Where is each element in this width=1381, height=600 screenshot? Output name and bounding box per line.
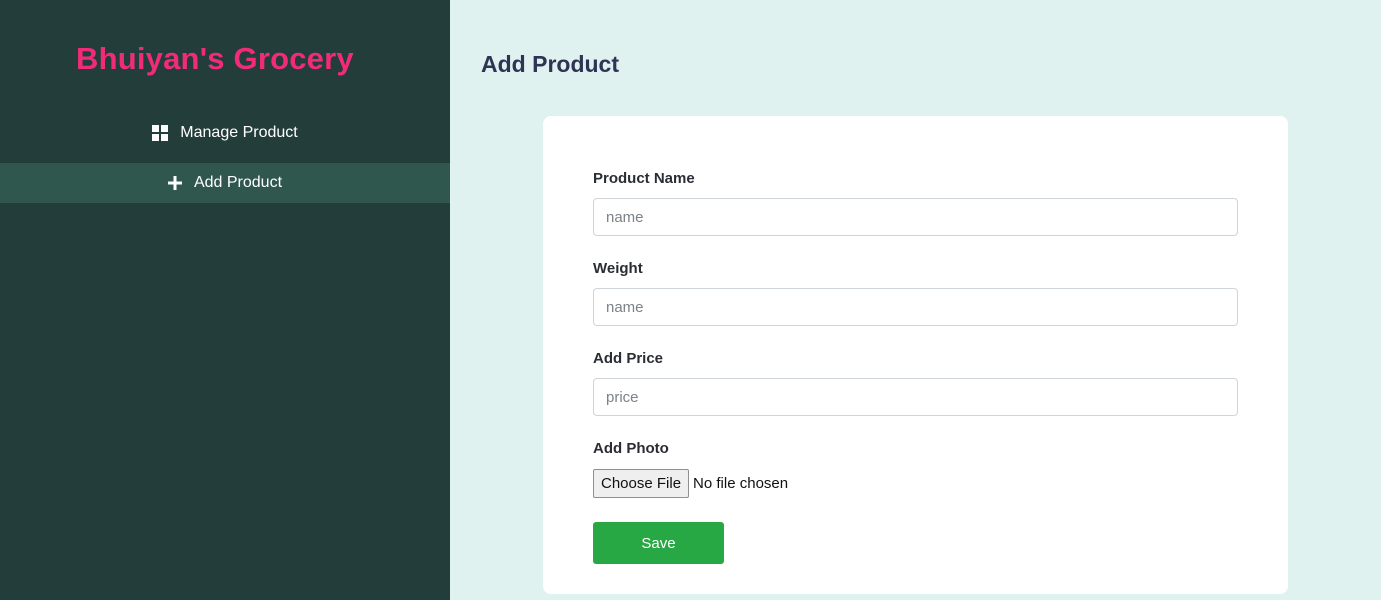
photo-file-input: Choose File No file chosen [593, 469, 788, 498]
plus-icon [167, 176, 182, 190]
sidebar-item-manage-product[interactable]: Manage Product [0, 113, 450, 153]
page-title: Add Product [481, 51, 619, 77]
photo-label: Add Photo [593, 440, 669, 457]
product-name-input[interactable] [593, 198, 1238, 236]
sidebar: Bhuiyan's Grocery Manage Product Add Pro… [0, 0, 450, 600]
weight-input[interactable] [593, 288, 1238, 326]
sidebar-item-label: Add Product [193, 174, 283, 191]
weight-label: Weight [593, 260, 643, 277]
sidebar-item-label: Manage Product [180, 124, 298, 141]
main-content: Add Product Product Name Weight Add Pric… [450, 0, 1381, 600]
app: Bhuiyan's Grocery Manage Product Add Pro… [0, 0, 1381, 600]
price-input[interactable] [593, 378, 1238, 416]
sidebar-item-add-product[interactable]: Add Product [0, 163, 450, 203]
product-name-label: Product Name [593, 170, 695, 187]
save-button[interactable]: Save [593, 522, 724, 564]
choose-file-button[interactable]: Choose File [593, 469, 690, 498]
file-status: No file chosen [693, 475, 789, 492]
price-label: Add Price [593, 350, 664, 367]
brand-logo[interactable]: Bhuiyan's Grocery [76, 41, 354, 77]
add-product-form: Product Name Weight Add Price Add Photo … [543, 116, 1288, 594]
grid-icon [152, 125, 169, 141]
